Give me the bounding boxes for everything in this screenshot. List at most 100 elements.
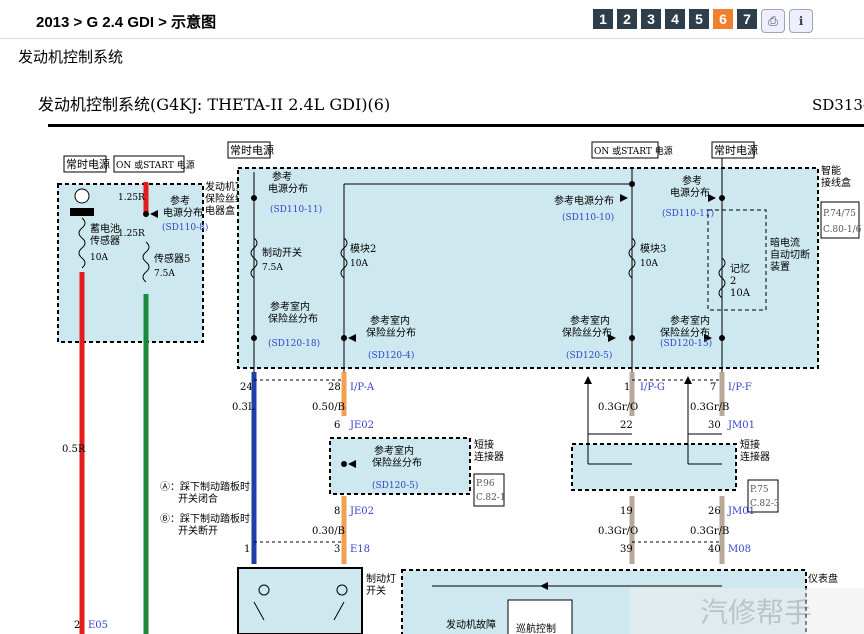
ref-indoor-2: 参考室内保险丝分布	[366, 314, 416, 339]
svg-text:24: 24	[240, 382, 253, 393]
smart-junction-label: 智能接线盒	[821, 164, 851, 189]
svg-text:1: 1	[244, 544, 250, 555]
svg-text:19: 19	[620, 506, 633, 517]
ref-c80: C.80-1/6	[823, 225, 862, 235]
brake-switch-label: 制动开关	[262, 246, 302, 259]
top-bar: 2013 > G 2.4 GDI > 示意图 1 2 3 4 5 6 7 ⎙ ℹ	[0, 0, 864, 38]
legend-a: Ⓐ：踩下制动踏板时，开关闭合	[160, 480, 260, 505]
ref-sd110-11b: (SD110-11)	[662, 208, 714, 219]
hot-label-2: 常时电源	[230, 143, 274, 157]
pin-row-2: 8 JE02 19 26 JM01 0.30/B 0.3Gr/O 0.3Gr/B…	[244, 506, 755, 555]
svg-text:0.30/B: 0.30/B	[312, 526, 345, 537]
tab-3[interactable]: 3	[641, 9, 661, 29]
svg-text:40: 40	[708, 544, 721, 555]
svg-text:39: 39	[620, 544, 633, 555]
svg-text:22: 22	[620, 420, 633, 431]
svg-text:JM01: JM01	[727, 420, 755, 431]
svg-text:0.3Gr/O: 0.3Gr/O	[598, 526, 638, 537]
tab-5[interactable]: 5	[689, 9, 709, 29]
svg-text:7: 7	[710, 382, 716, 393]
ref-sd120-5a: (SD120-5)	[566, 350, 612, 361]
sensor5-label: 传感器5	[154, 252, 190, 265]
section-title: 发动机控制系统	[18, 48, 124, 66]
fusible-link-circle	[74, 188, 90, 204]
short-connector-label-2: 短接连接器	[740, 438, 770, 463]
battery-sensor-label: 蓄电池传感器	[90, 222, 120, 247]
legend-b: Ⓑ：踩下制动踏板时，开关断开	[160, 512, 260, 537]
brake-lamp-switch-box	[237, 567, 363, 634]
svg-text:6: 6	[334, 420, 340, 431]
wiring-diagram: 发动机控制系统(G4KJ: THETA-II 2.4L GDI)(6) SD31…	[38, 95, 864, 634]
brake-lamp-switch-label: 制动灯开关	[366, 572, 396, 597]
svg-text:28: 28	[328, 382, 341, 393]
hot-label-1: 常时电源	[66, 157, 110, 171]
junction-dot	[143, 211, 149, 217]
print-button[interactable]: ⎙	[761, 9, 785, 33]
ref-indoor-3: 参考室内保险丝分布	[562, 314, 612, 339]
svg-text:0.3L: 0.3L	[232, 402, 255, 413]
ref-sd120-4: (SD120-4)	[368, 350, 414, 361]
info-button[interactable]: ℹ	[789, 9, 813, 33]
hot-label-3: 常时电源	[714, 143, 758, 157]
svg-text:P.75: P.75	[750, 485, 769, 495]
ref-sd120-15: (SD120-15)	[660, 338, 712, 349]
svg-text:I/P-A: I/P-A	[350, 382, 375, 393]
printer-icon: ⎙	[768, 13, 778, 28]
module2-amp: 10A	[350, 259, 368, 269]
speed-ctrl-label: 巡航控制	[516, 622, 556, 634]
watermark: 汽修帮手	[630, 588, 864, 634]
wire-125r-b: 1.25R	[118, 229, 145, 239]
wire-labels-1: 0.3L 0.50/B 0.3Gr/O 0.3Gr/B 6 JE02 22 30…	[232, 402, 755, 431]
module3-amp: 10A	[640, 259, 658, 269]
ref-power-dist-3: 参考电源分布	[554, 194, 614, 207]
svg-text:JE02: JE02	[349, 420, 374, 431]
diagram-code: SD313-6	[812, 96, 864, 114]
svg-text:0.3Gr/B: 0.3Gr/B	[690, 402, 729, 413]
wire-05r-label: 0.5R	[62, 444, 86, 455]
svg-text:M08: M08	[728, 544, 751, 555]
module2-label: 模块2	[350, 243, 376, 255]
tab-7[interactable]: 7	[737, 9, 757, 29]
ref-sd120-18: (SD120-18)	[268, 338, 320, 349]
ref-sd110-11a: (SD110-11)	[270, 204, 322, 215]
svg-text:I/P-F: I/P-F	[728, 382, 752, 393]
svg-text:30: 30	[708, 420, 721, 431]
svg-text:3: 3	[334, 544, 340, 555]
svg-text:26: 26	[708, 506, 721, 517]
svg-text:0.3Gr/B: 0.3Gr/B	[690, 526, 729, 537]
ref-sd110-10: (SD110-10)	[562, 212, 614, 223]
svg-text:汽修帮手: 汽修帮手	[700, 596, 812, 629]
info-icon: ℹ	[798, 14, 804, 28]
breadcrumb: 2013 > G 2.4 GDI > 示意图	[36, 14, 217, 31]
on-start-label-2: ON 或START 电源	[594, 145, 673, 157]
ref-p74: P.74/75	[823, 209, 856, 219]
ref-sd120-5b: (SD120-5)	[372, 480, 418, 491]
svg-text:1: 1	[624, 382, 630, 393]
sensor5-amp: 7.5A	[154, 269, 175, 279]
pin-2: 2	[74, 620, 80, 631]
short-connector-2	[571, 443, 737, 491]
fuse-bar	[70, 208, 94, 216]
tab-4[interactable]: 4	[665, 9, 685, 29]
page-tabs: 1 2 3 4 5 6 7 ⎙ ℹ	[593, 9, 813, 33]
svg-text:I/P-G: I/P-G	[640, 382, 665, 393]
svg-text:0.3Gr/O: 0.3Gr/O	[598, 402, 638, 413]
short-connector-label-1: 短接连接器	[474, 438, 504, 463]
cluster-label: 仪表盘	[808, 572, 838, 585]
svg-text:0.50/B: 0.50/B	[312, 402, 345, 413]
tab-1[interactable]: 1	[593, 9, 613, 29]
diagram-title: 发动机控制系统(G4KJ: THETA-II 2.4L GDI)(6)	[38, 95, 390, 114]
divider	[0, 38, 864, 39]
header-rule	[48, 124, 864, 127]
tab-2[interactable]: 2	[617, 9, 637, 29]
fuse-10a-label: 10A	[90, 253, 108, 263]
svg-text:E18: E18	[350, 544, 370, 555]
svg-text:C.82-1: C.82-1	[476, 493, 506, 503]
on-start-label-1: ON 或START 电源	[116, 159, 195, 171]
ref-sd110-8: (SD110-8)	[162, 222, 208, 233]
wire-125r-a: 1.25R	[118, 193, 145, 203]
svg-text:8: 8	[334, 506, 340, 517]
tab-6[interactable]: 6	[713, 9, 733, 29]
svg-text:P.96: P.96	[476, 479, 495, 489]
svg-text:JM01: JM01	[727, 506, 755, 517]
